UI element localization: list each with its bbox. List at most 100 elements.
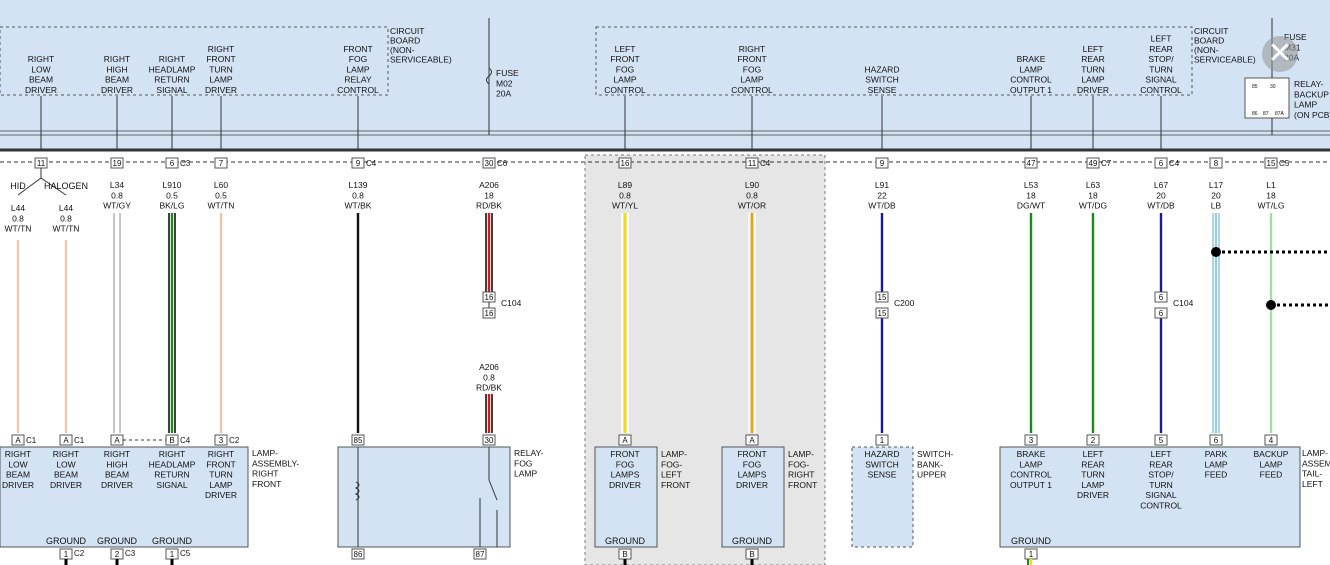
lamp-func-label: SIGNAL (156, 480, 187, 490)
component-pin: 4 (1269, 436, 1274, 445)
fuse-m02-label: M02 (496, 78, 513, 88)
board-label-left: (NON- (390, 45, 415, 55)
inline-connector-pin: 16 (485, 309, 494, 318)
board-driver-label: TURN (1149, 64, 1173, 74)
component-pin-label: C2 (229, 436, 240, 445)
board-driver-label: LAMP (613, 75, 636, 85)
wire-label: 0.5 (166, 190, 178, 200)
switch-func-label: SWITCH (865, 459, 899, 469)
tail-func-label: REAR (1149, 459, 1173, 469)
connector-pin: 49 (1089, 159, 1098, 168)
ground-pin: B (622, 550, 627, 559)
wire-label: 0.8 (619, 190, 631, 200)
connector-pin: 9 (356, 159, 361, 168)
board-driver-label: LEFT (1083, 44, 1104, 54)
board-driver-label: CONTROL (337, 85, 379, 95)
component-pin-label: C1 (74, 436, 85, 445)
connector-label: C4 (760, 159, 771, 168)
lamp-func-label: HIGH (106, 459, 127, 469)
wiring-diagram: CIRCUITBOARD(NON-SERVICEABLE)CIRCUITBOAR… (0, 0, 1330, 565)
board-driver-label: BRAKE (1017, 54, 1046, 64)
connector-pin: 47 (1027, 159, 1036, 168)
lamp-func-label: HEADLAMP (149, 459, 196, 469)
fog-lamp-title: RIGHT (788, 470, 814, 480)
board-label-left: SERVICEABLE) (390, 55, 452, 65)
tail-func-label: FEED (1205, 470, 1228, 480)
connector-pin: 15 (1267, 159, 1276, 168)
wire-label: WT/DB (1147, 201, 1175, 211)
lamp-func-label: RIGHT (208, 449, 234, 459)
relay-backup-pin: 87A (1275, 111, 1285, 117)
lamp-func-label: LOW (56, 459, 75, 469)
switch-bank-title: BANK- (917, 459, 943, 469)
board-driver-label: DRIVER (101, 85, 133, 95)
relay-backup-pin: 85 (1252, 84, 1258, 90)
lamp-func-label: BEAM (54, 470, 78, 480)
wire-label: 0.5 (215, 190, 227, 200)
component-pin: 2 (1091, 436, 1096, 445)
board-driver-label: FRONT (343, 44, 372, 54)
board-driver-label: CONTROL (1140, 85, 1182, 95)
fog-lamp-title: FRONT (788, 480, 817, 490)
component-pin: 3 (219, 436, 224, 445)
wire-label: 22 (877, 190, 887, 200)
wire-label: WT/LG (1258, 201, 1285, 211)
board-driver-label: FRONT (610, 54, 639, 64)
relay-bottom-pin: 87 (476, 550, 485, 559)
component-pin: 5 (1159, 436, 1164, 445)
fog-lamp-title: FOG- (788, 459, 809, 469)
tail-lamp-title: TAIL- (1302, 469, 1322, 479)
tail-func-label: LAMP (1081, 480, 1104, 490)
tail-func-label: DRIVER (1077, 490, 1109, 500)
tail-func-label: CONTROL (1010, 470, 1052, 480)
board-driver-label: SIGNAL (1145, 75, 1176, 85)
board-driver-label: FRONT (206, 54, 235, 64)
board-driver-label: TURN (1081, 64, 1105, 74)
lamp-assembly-right-front-title: RIGHT (252, 469, 278, 479)
wire-label: L910 (163, 180, 182, 190)
fog-lamp-func: DRIVER (609, 480, 641, 490)
tail-func-label: STOP/ (1148, 470, 1174, 480)
connector-pin: 16 (621, 159, 630, 168)
wire-label: DG/WT (1017, 201, 1045, 211)
board-driver-label: LEFT (1151, 34, 1172, 44)
wire-label: RD/BK (476, 383, 502, 393)
wire-label: L53 (1024, 180, 1038, 190)
board-label-right: (NON- (1194, 45, 1219, 55)
board-driver-label: LAMP (346, 64, 369, 74)
ground-pin: B (749, 550, 754, 559)
fuse-m02-label: 20A (496, 89, 511, 99)
fog-lamp-title: LAMP- (788, 449, 814, 459)
switch-bank-title: UPPER (917, 470, 946, 480)
lamp-func-label: DRIVER (50, 480, 82, 490)
connector-pin: 30 (485, 159, 494, 168)
ground-label: GROUND (1011, 536, 1051, 546)
board-driver-label: TURN (209, 64, 233, 74)
relay-backup-label: LAMP (1294, 100, 1317, 110)
relay-backup-pin: 86 (1252, 111, 1258, 117)
inline-connector-pin: 6 (1159, 309, 1164, 318)
component-pin: A (114, 436, 120, 445)
relay-backup-label: BACKUP (1294, 89, 1329, 99)
inline-connector-pin: 16 (485, 293, 494, 302)
tail-lamp-title: LAMP- (1302, 448, 1328, 458)
fog-lamp-title: FOG- (661, 459, 682, 469)
board-driver-label: FRONT (737, 54, 766, 64)
relay-bottom-pin: 86 (354, 550, 363, 559)
lamp-func-label: RIGHT (159, 449, 185, 459)
connector-pin: 11 (37, 159, 46, 168)
wire-label: 18 (484, 190, 494, 200)
ground-label: GROUND (46, 536, 86, 546)
component-pin: A (622, 436, 628, 445)
component-pin: 6 (1214, 436, 1219, 445)
wire-label: L44 (59, 203, 73, 213)
wire-label: L60 (214, 180, 228, 190)
board-driver-label: RETURN (154, 75, 189, 85)
board-driver-label: RELAY (344, 75, 372, 85)
close-icon[interactable]: ✕ (1262, 36, 1298, 72)
board-driver-label: OUTPUT 1 (1010, 85, 1052, 95)
wire-label: 18 (1088, 190, 1098, 200)
ground-pin: 2 (115, 550, 120, 559)
ground-label: GROUND (732, 536, 772, 546)
component-pin: A (15, 436, 21, 445)
